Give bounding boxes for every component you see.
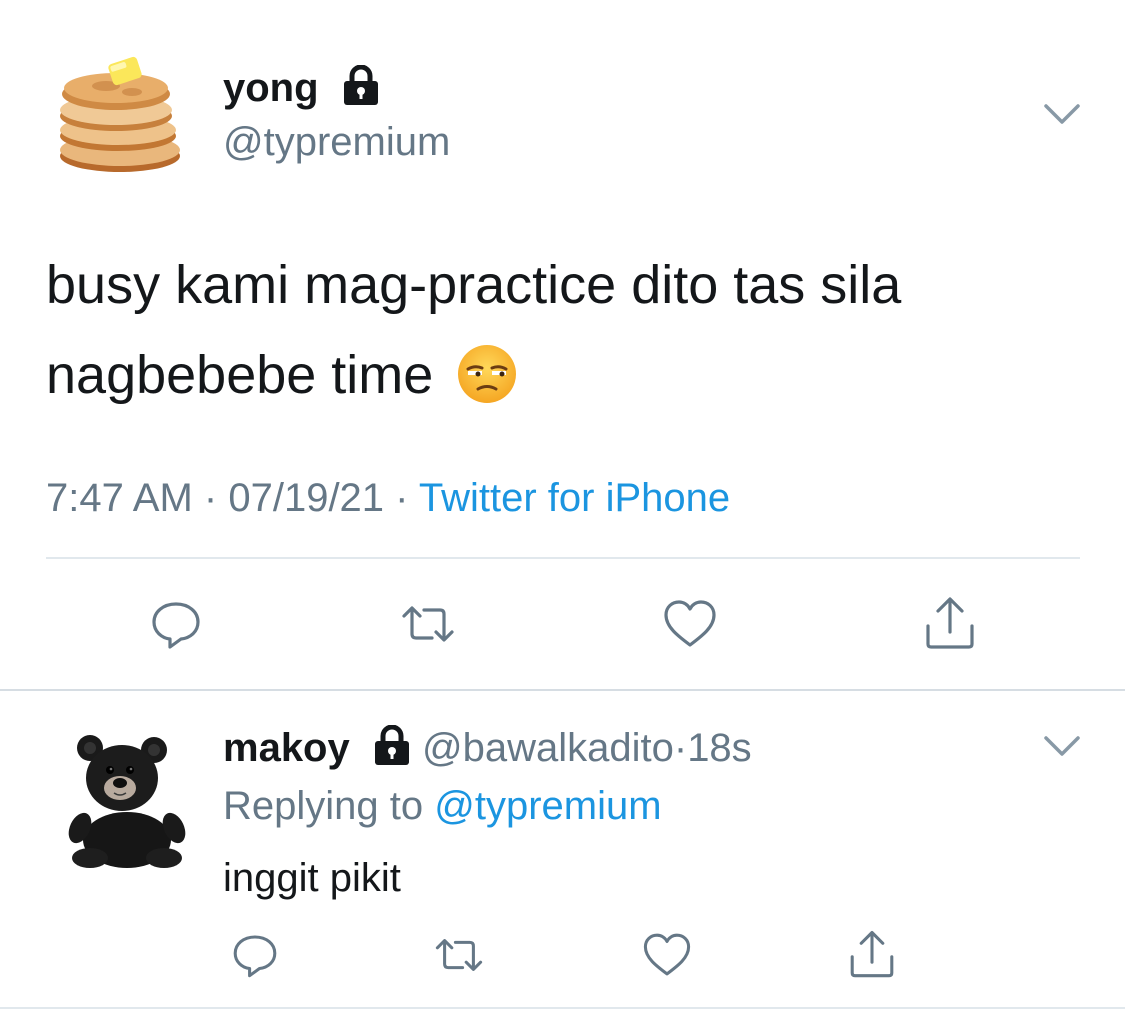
lock-icon: [342, 65, 380, 105]
reply-display-name[interactable]: makoy: [223, 726, 350, 770]
pancakes-icon: [60, 56, 180, 172]
reply-separator: ·: [673, 726, 688, 770]
retweet-button[interactable]: [432, 928, 486, 982]
unamused-face-icon: [456, 343, 518, 405]
avatar[interactable]: [68, 730, 186, 870]
tweet-date: 07/19/21: [228, 476, 385, 520]
reply-button[interactable]: [228, 928, 282, 982]
like-button[interactable]: [640, 928, 694, 982]
reply-age[interactable]: 18s: [687, 726, 752, 770]
reply-icon: [152, 602, 200, 649]
meta-separator: ·: [203, 476, 218, 520]
share-icon: [926, 597, 974, 649]
replying-prefix: Replying to: [223, 784, 424, 828]
reply-icon: [233, 935, 277, 978]
like-icon: [664, 600, 716, 647]
like-button[interactable]: [660, 594, 720, 654]
tweet-meta: 7:47 AM · 07/19/21 · Twitter for iPhone: [46, 470, 730, 526]
display-name-text: yong: [223, 66, 319, 110]
retweet-icon: [435, 939, 483, 971]
reply-button[interactable]: [146, 594, 206, 654]
replying-to: Replying to @typremium: [223, 780, 662, 832]
tweet-source-link[interactable]: Twitter for iPhone: [419, 476, 730, 520]
handle[interactable]: @typremium: [223, 116, 450, 168]
tweet-time: 7:47 AM: [46, 476, 193, 520]
share-button[interactable]: [920, 594, 980, 654]
avatar[interactable]: [52, 48, 187, 183]
reply-header: makoy @bawalkadito·18s: [223, 722, 752, 774]
like-icon: [643, 933, 691, 976]
chevron-down-icon[interactable]: [1040, 730, 1084, 762]
share-button[interactable]: [845, 928, 899, 982]
chevron-down-icon[interactable]: [1040, 98, 1084, 130]
reply-handle[interactable]: @bawalkadito: [422, 726, 674, 770]
meta-separator: ·: [395, 476, 409, 520]
lock-icon: [373, 725, 411, 765]
divider: [46, 557, 1080, 559]
reply-text: inggit pikit: [223, 856, 401, 900]
mention-link[interactable]: @typremium: [434, 784, 661, 828]
divider: [0, 1007, 1125, 1009]
tweet-text: busy kami mag-practice dito tas sila nag…: [46, 240, 1066, 420]
divider: [0, 689, 1125, 691]
retweet-button[interactable]: [398, 594, 458, 654]
share-icon: [850, 930, 894, 978]
black-teddy-bear-icon: [68, 735, 186, 868]
retweet-icon: [402, 606, 454, 642]
display-name[interactable]: yong: [223, 62, 380, 114]
